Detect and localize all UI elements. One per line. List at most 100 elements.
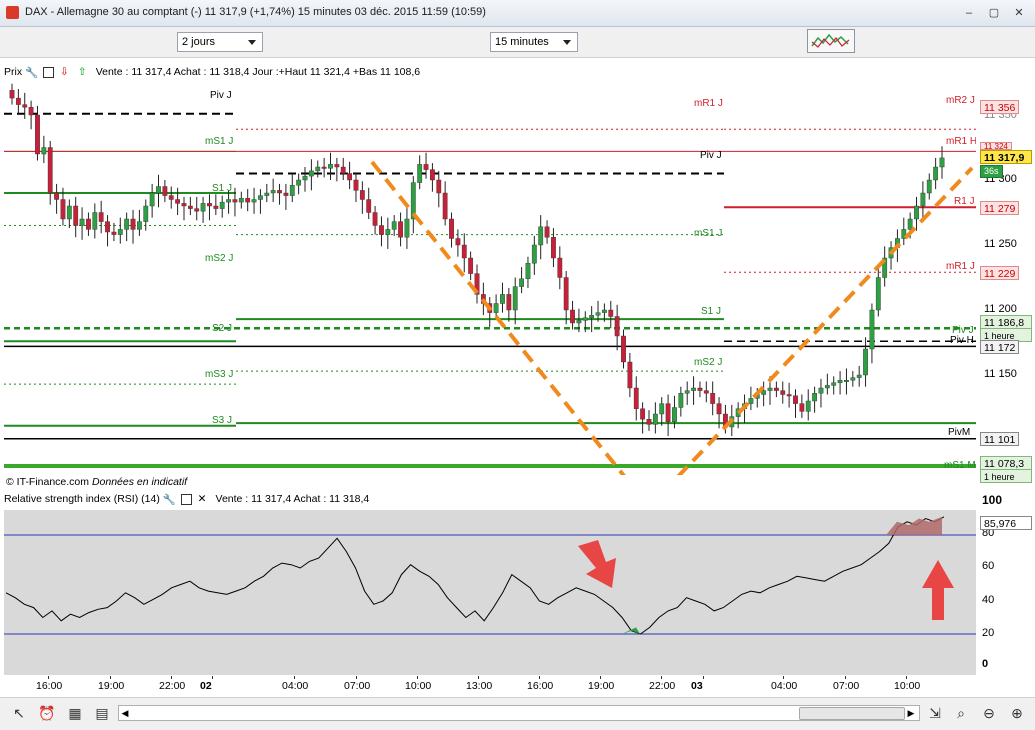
chevron-down-icon xyxy=(563,40,571,45)
time-scrollbar[interactable]: ◀ ▶ xyxy=(118,705,920,721)
candle-body xyxy=(716,403,722,415)
level-label: Piv J xyxy=(700,150,722,161)
x-tick-mark xyxy=(600,676,601,679)
candle-body xyxy=(111,231,117,235)
cursor-icon[interactable]: ↖ xyxy=(10,704,28,722)
rsi-panel-info: Vente : 11 317,4 Achat : 11 318,4 xyxy=(215,493,370,505)
candle-body xyxy=(245,197,251,203)
candle-body xyxy=(168,195,174,200)
candle-body xyxy=(551,236,556,259)
price-tag: 11 356 xyxy=(980,100,1020,114)
candle-body xyxy=(73,205,79,226)
candle-body xyxy=(914,205,919,220)
x-tick-mark xyxy=(48,676,49,679)
zoom-fit-icon[interactable]: ⇲ xyxy=(926,704,944,722)
candle-body xyxy=(818,387,824,394)
candle-body xyxy=(672,407,677,423)
level-label: mS1 J xyxy=(205,136,234,147)
candle-body xyxy=(41,147,47,155)
candle-body xyxy=(347,173,353,181)
y-tick-label: 11 150 xyxy=(984,368,1017,380)
candle-body xyxy=(748,398,754,404)
candle-body xyxy=(130,218,136,230)
candle-body xyxy=(856,374,862,378)
interval-select[interactable]: 15 minutes xyxy=(490,32,578,52)
candle-body xyxy=(659,403,665,415)
move-down-icon[interactable]: ⇩ xyxy=(60,66,72,78)
candle-body xyxy=(22,104,28,108)
minimize-button[interactable]: – xyxy=(960,5,978,21)
candle-body xyxy=(920,192,926,207)
x-tick-mark xyxy=(171,676,172,679)
candle-body xyxy=(500,294,505,304)
maximize-button[interactable]: ▢ xyxy=(985,5,1003,21)
wrench-icon[interactable]: 🔧 xyxy=(25,66,38,79)
rsi-y-axis[interactable]: 100 80 60 40 20 0 85,976 xyxy=(976,491,1035,675)
candle-body xyxy=(417,164,423,183)
window-icon[interactable] xyxy=(180,493,192,505)
candle-body xyxy=(398,221,403,238)
x-tick-mark xyxy=(478,676,479,679)
x-tick-label: 13:00 xyxy=(466,680,493,692)
price-chart[interactable] xyxy=(4,82,976,475)
candle-body xyxy=(92,212,98,230)
rsi-panel-header: Relative strength index (RSI) (14) 🔧 ✕ V… xyxy=(4,493,974,509)
rsi-chart[interactable] xyxy=(4,510,976,675)
x-tick-label: 10:00 xyxy=(405,680,432,692)
price-y-axis[interactable]: 11 350 11 300 11 250 11 200 11 150 11 35… xyxy=(976,66,1035,491)
price-panel-info: Vente : 11 317,4 Achat : 11 318,4 Jour :… xyxy=(95,66,421,78)
candle-body xyxy=(60,199,66,220)
price-tag-period: 1 heure xyxy=(980,469,1032,483)
candle-body xyxy=(519,278,524,287)
candle-body xyxy=(28,107,34,116)
candle-body xyxy=(691,387,696,391)
price-panel-title: Prix xyxy=(4,66,23,78)
alarm-icon[interactable]: ⏰ xyxy=(38,704,56,722)
window-icon[interactable] xyxy=(42,66,54,78)
candle-body xyxy=(385,229,391,235)
x-tick-label: 19:00 xyxy=(588,680,615,692)
x-tick-label: 10:00 xyxy=(894,680,921,692)
candle-body xyxy=(226,199,231,203)
indicator-icon[interactable]: ▤ xyxy=(93,704,111,722)
candle-body xyxy=(608,309,614,317)
grid-icon[interactable]: ▦ xyxy=(66,704,84,722)
candle-body xyxy=(321,166,327,169)
candle-body xyxy=(207,203,212,207)
zoom-out-icon[interactable]: ⊖ xyxy=(980,704,998,722)
x-tick-label: 22:00 xyxy=(649,680,676,692)
candle-body xyxy=(863,348,868,376)
scroll-thumb[interactable] xyxy=(799,707,905,720)
candle-body xyxy=(576,320,582,324)
wrench-icon[interactable]: 🔧 xyxy=(163,493,176,506)
candle-body xyxy=(907,218,913,230)
candle-body xyxy=(824,385,830,389)
zoom-in-icon[interactable]: ⊕ xyxy=(1008,704,1026,722)
level-label: mR1 J xyxy=(946,261,975,272)
x-tick-label: 03 xyxy=(691,680,703,692)
x-tick-label: 04:00 xyxy=(771,680,798,692)
level-label: mS1 J xyxy=(694,228,723,239)
move-up-icon[interactable]: ⇧ xyxy=(78,66,90,78)
price-tag: 11 324 xyxy=(980,142,1012,151)
close-panel-icon[interactable]: ✕ xyxy=(198,493,210,505)
candle-body xyxy=(538,226,544,246)
scroll-right-icon[interactable]: ▶ xyxy=(905,706,917,720)
scroll-left-icon[interactable]: ◀ xyxy=(119,706,131,720)
chart-style-button[interactable] xyxy=(807,29,855,53)
time-axis[interactable]: 16:00 19:00 22:00 02 04:00 07:00 10:00 13:00 16:… xyxy=(0,676,976,696)
candle-body xyxy=(875,277,881,311)
candle-body xyxy=(79,218,85,226)
candle-body xyxy=(710,393,716,404)
candle-body xyxy=(767,387,773,391)
x-tick-label: 19:00 xyxy=(98,680,125,692)
zoom-area-icon[interactable]: ⌕ xyxy=(952,704,970,722)
copyright-note: © IT-Finance.com Données en indicatif xyxy=(6,476,187,488)
candle-body xyxy=(219,201,225,209)
candle-body xyxy=(143,205,149,222)
period-select[interactable]: 2 jours xyxy=(177,32,263,52)
close-button[interactable]: ✕ xyxy=(1010,5,1028,21)
y-tick-label: 100 xyxy=(982,493,1003,507)
candle-body xyxy=(621,335,626,363)
candle-body xyxy=(627,361,633,389)
